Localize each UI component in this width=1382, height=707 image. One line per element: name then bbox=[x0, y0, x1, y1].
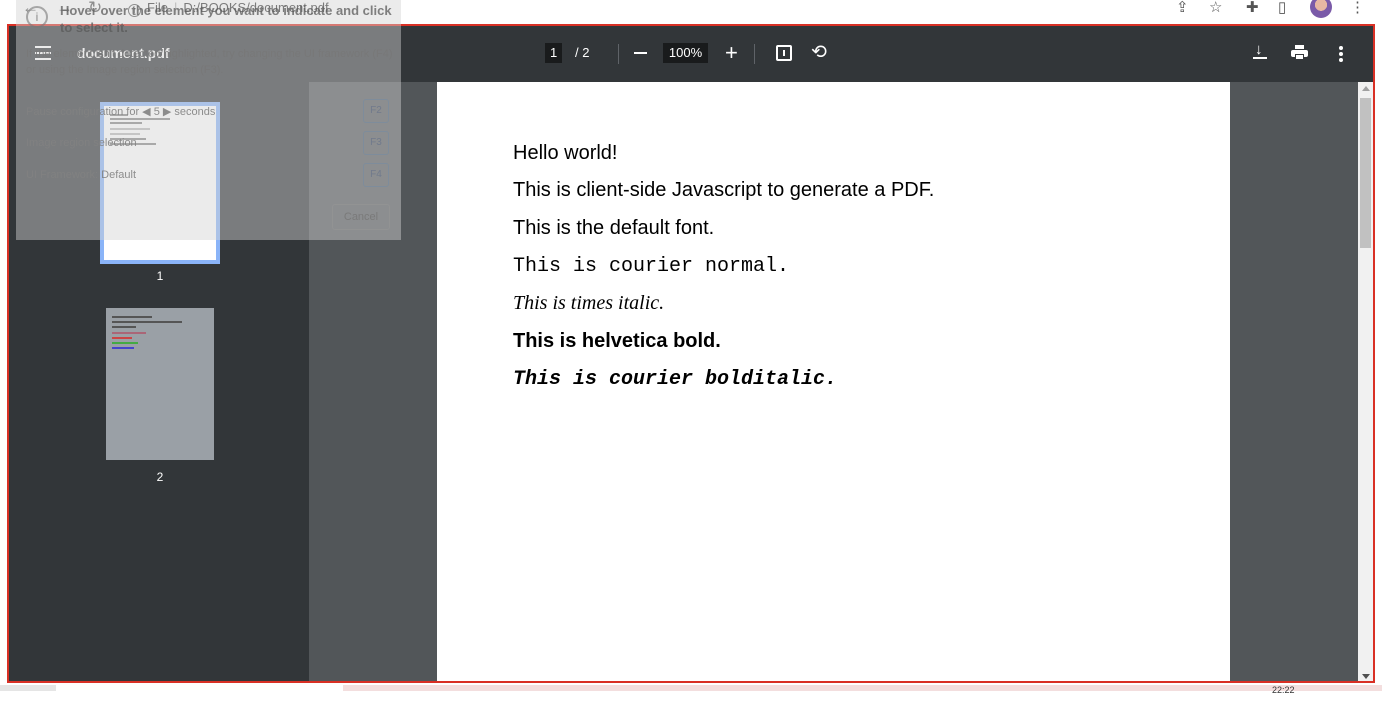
fit-to-page-icon[interactable] bbox=[776, 45, 792, 61]
page-number-input[interactable]: 1 bbox=[545, 43, 563, 63]
scroll-up-icon[interactable] bbox=[1362, 86, 1370, 91]
text-line: This is courier normal. bbox=[513, 255, 790, 278]
thumbnail-label: 1 bbox=[156, 269, 164, 283]
scroll-down-icon[interactable] bbox=[1362, 674, 1370, 679]
more-options-icon[interactable] bbox=[1339, 46, 1343, 62]
taskbar-segment bbox=[343, 685, 1382, 691]
overlay-hint: If the element isn't detected/highlighte… bbox=[26, 48, 393, 76]
side-panel-icon[interactable]: ▯ bbox=[1278, 0, 1286, 16]
document-viewer: Hello world! This is client-side Javascr… bbox=[309, 82, 1358, 681]
text-line: This is the default font. bbox=[513, 217, 715, 239]
download-icon[interactable]: ↓ bbox=[1253, 42, 1267, 62]
share-icon[interactable]: ⇪ bbox=[1176, 0, 1189, 16]
image-region-label: Image region selection bbox=[26, 137, 137, 149]
page-total: / 2 bbox=[575, 45, 590, 60]
zoom-level-input[interactable]: 100% bbox=[663, 43, 708, 63]
taskbar-segment bbox=[0, 685, 56, 691]
image-region-key-button[interactable]: F3 bbox=[363, 131, 389, 155]
thumbnail-label: 2 bbox=[156, 470, 164, 484]
taskbar-strip: 22:22 bbox=[0, 685, 1382, 707]
profile-avatar[interactable] bbox=[1310, 0, 1332, 18]
toolbar-divider bbox=[754, 44, 755, 64]
zoom-out-icon[interactable] bbox=[634, 52, 647, 54]
ui-framework-label: UI Framework: Default bbox=[26, 169, 137, 181]
text-line: Hello world! bbox=[513, 142, 618, 164]
taskbar-clock: 22:22 bbox=[1272, 685, 1295, 695]
text-line: This is helvetica bold. bbox=[513, 330, 721, 352]
bookmark-star-icon[interactable]: ☆ bbox=[1209, 0, 1222, 16]
cancel-button[interactable]: Cancel bbox=[332, 204, 390, 230]
info-icon: i bbox=[26, 6, 48, 28]
ui-framework-key-button[interactable]: F4 bbox=[363, 163, 389, 187]
pause-config-label: Pause configuration for ◀ 5 ▶ seconds bbox=[26, 106, 216, 118]
text-line: This is courier bolditalic. bbox=[513, 368, 838, 391]
rotate-icon[interactable]: ⟲ bbox=[811, 43, 827, 63]
extensions-puzzle-icon[interactable]: ✚ bbox=[1246, 0, 1259, 16]
text-line: This is times italic. bbox=[513, 292, 665, 314]
overlay-heading: Hover over the element you want to indic… bbox=[60, 3, 392, 35]
vertical-scrollbar[interactable] bbox=[1358, 82, 1373, 681]
browser-menu-icon[interactable]: ⋮ bbox=[1350, 0, 1365, 16]
zoom-in-icon[interactable]: + bbox=[725, 42, 738, 64]
toolbar-divider bbox=[618, 44, 619, 64]
pause-key-button[interactable]: F2 bbox=[363, 99, 389, 123]
element-picker-overlay: i Hover over the element you want to ind… bbox=[16, 0, 401, 240]
print-icon[interactable] bbox=[1291, 45, 1308, 60]
pdf-page: Hello world! This is client-side Javascr… bbox=[437, 82, 1230, 681]
scrollbar-thumb[interactable] bbox=[1360, 98, 1371, 248]
page-thumbnail[interactable] bbox=[106, 308, 214, 460]
text-line: This is client-side Javascript to genera… bbox=[513, 179, 935, 201]
